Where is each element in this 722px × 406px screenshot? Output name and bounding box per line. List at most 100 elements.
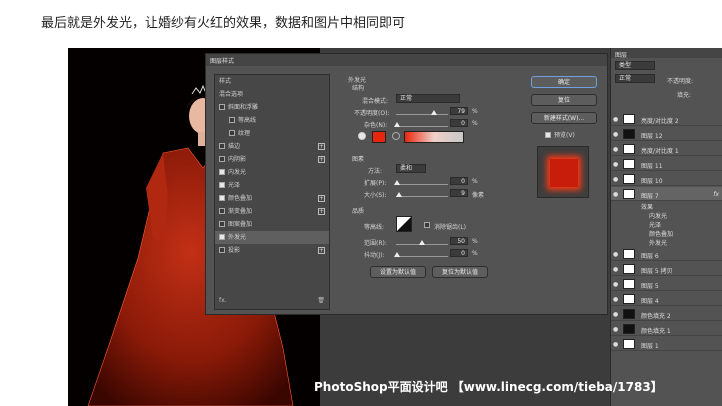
size-slider-handle[interactable] bbox=[396, 192, 402, 197]
jitter-slider-handle[interactable] bbox=[394, 252, 400, 257]
glow-color-swatch[interactable] bbox=[372, 131, 386, 143]
visibility-eye-icon[interactable]: ● bbox=[613, 176, 618, 183]
layer-row[interactable]: ● 图层 1 bbox=[611, 337, 722, 351]
visibility-eye-icon[interactable]: ● bbox=[613, 281, 618, 288]
visibility-eye-icon[interactable]: ● bbox=[613, 296, 618, 303]
range-slider-handle[interactable] bbox=[419, 240, 425, 245]
noise-slider[interactable] bbox=[396, 126, 448, 127]
layer-row[interactable]: ● 图层 4 bbox=[611, 292, 722, 306]
style-item[interactable]: 描边 + bbox=[215, 140, 329, 153]
style-item[interactable]: 外发光 bbox=[215, 231, 329, 244]
style-checkbox[interactable] bbox=[219, 103, 225, 110]
new-style-button[interactable]: 新建样式(W)... bbox=[531, 112, 597, 124]
layer-effect-item[interactable]: 光泽 bbox=[649, 220, 661, 229]
style-item[interactable]: 投影 + bbox=[215, 244, 329, 257]
range-input[interactable]: 50 bbox=[450, 237, 468, 245]
style-checkbox[interactable] bbox=[219, 207, 225, 214]
spread-input[interactable]: 0 bbox=[450, 177, 468, 185]
opacity-slider-handle[interactable] bbox=[431, 110, 437, 115]
gradient-radio[interactable] bbox=[392, 132, 400, 140]
layer-row[interactable]: ● 图层 6 bbox=[611, 247, 722, 261]
size-input[interactable]: 9 bbox=[450, 189, 468, 197]
layer-row[interactable]: ● 亮度/对比度 2 bbox=[611, 112, 722, 126]
layer-effects-label[interactable]: 效果 bbox=[641, 202, 653, 211]
visibility-eye-icon[interactable]: ● bbox=[613, 161, 618, 168]
add-style-icon[interactable]: + bbox=[318, 195, 325, 202]
style-checkbox[interactable] bbox=[219, 246, 225, 253]
reset-button[interactable]: 复位 bbox=[531, 94, 597, 106]
spread-slider[interactable] bbox=[396, 184, 448, 185]
add-style-icon[interactable]: + bbox=[318, 156, 325, 163]
style-item[interactable]: 等高线 bbox=[215, 114, 329, 127]
style-item[interactable]: 图案叠加 bbox=[215, 218, 329, 231]
contour-picker[interactable] bbox=[396, 216, 412, 232]
reset-default-button[interactable]: 复位为默认值 bbox=[432, 266, 488, 278]
style-item[interactable]: 纹理 bbox=[215, 127, 329, 140]
jitter-slider[interactable] bbox=[396, 256, 448, 257]
preview-checkbox[interactable] bbox=[545, 131, 551, 138]
add-style-icon[interactable]: + bbox=[318, 208, 325, 215]
style-checkbox[interactable] bbox=[219, 142, 225, 149]
visibility-eye-icon[interactable]: ● bbox=[613, 341, 618, 348]
layer-fx-badge[interactable]: fx bbox=[713, 191, 719, 198]
visibility-eye-icon[interactable]: ● bbox=[613, 251, 618, 258]
layer-row[interactable]: ● 亮度/对比度 1 bbox=[611, 142, 722, 156]
layer-blend-select[interactable]: 正常 bbox=[615, 74, 655, 83]
style-checkbox[interactable] bbox=[219, 155, 225, 162]
trash-icon[interactable]: 🗑 bbox=[317, 297, 325, 304]
layer-row[interactable]: ● 颜色填充 1 bbox=[611, 322, 722, 336]
noise-slider-handle[interactable] bbox=[394, 122, 400, 127]
set-default-button[interactable]: 设置为默认值 bbox=[370, 266, 426, 278]
add-style-icon[interactable]: + bbox=[318, 143, 325, 150]
opacity-input[interactable]: 79 bbox=[450, 107, 468, 115]
solid-color-radio[interactable] bbox=[358, 132, 366, 140]
style-item[interactable]: 斜面和浮雕 bbox=[215, 101, 329, 114]
noise-input[interactable]: 0 bbox=[450, 119, 468, 127]
blend-mode-select[interactable]: 正常 bbox=[396, 94, 460, 103]
jitter-input[interactable]: 0 bbox=[450, 249, 468, 257]
preview-option[interactable]: 预览(V) bbox=[545, 130, 575, 139]
style-item[interactable]: 颜色叠加 + bbox=[215, 192, 329, 205]
style-item[interactable]: 内发光 bbox=[215, 166, 329, 179]
visibility-eye-icon[interactable]: ● bbox=[613, 311, 618, 318]
fx-icon[interactable]: fx. bbox=[219, 297, 227, 304]
layer-effect-item[interactable]: 内发光 bbox=[649, 211, 667, 220]
method-select[interactable]: 柔和 bbox=[396, 164, 426, 173]
glow-gradient-picker[interactable] bbox=[404, 131, 464, 143]
style-item[interactable]: 光泽 bbox=[215, 179, 329, 192]
style-checkbox[interactable] bbox=[219, 181, 225, 188]
layer-row[interactable]: ● 图层 5 拷贝 bbox=[611, 262, 722, 276]
style-checkbox[interactable] bbox=[219, 194, 225, 201]
visibility-eye-icon[interactable]: ● bbox=[613, 146, 618, 153]
antialias-checkbox[interactable] bbox=[424, 222, 430, 228]
add-style-icon[interactable]: + bbox=[318, 247, 325, 254]
visibility-eye-icon[interactable]: ● bbox=[613, 326, 618, 333]
visibility-eye-icon[interactable]: ● bbox=[613, 116, 618, 123]
style-item[interactable]: 混合选项 bbox=[215, 88, 329, 101]
ok-button[interactable]: 确定 bbox=[531, 76, 597, 88]
style-checkbox[interactable] bbox=[229, 129, 235, 136]
visibility-eye-icon[interactable]: ● bbox=[613, 266, 618, 273]
layer-kind-filter[interactable]: 类型 bbox=[615, 61, 655, 70]
style-item[interactable]: 渐变叠加 + bbox=[215, 205, 329, 218]
style-item[interactable]: 样式 bbox=[215, 75, 329, 88]
opacity-slider[interactable] bbox=[396, 114, 448, 115]
style-checkbox[interactable] bbox=[219, 220, 225, 227]
layer-effect-item[interactable]: 颜色叠加 bbox=[649, 229, 673, 238]
spread-slider-handle[interactable] bbox=[394, 180, 400, 185]
layer-row[interactable]: ● 颜色填充 2 bbox=[611, 307, 722, 321]
visibility-eye-icon[interactable]: ● bbox=[613, 191, 618, 198]
style-item[interactable]: 内阴影 + bbox=[215, 153, 329, 166]
layer-row[interactable]: ● 图层 12 bbox=[611, 127, 722, 141]
visibility-eye-icon[interactable]: ● bbox=[613, 131, 618, 138]
style-checkbox[interactable] bbox=[219, 168, 225, 175]
style-checkbox[interactable] bbox=[229, 116, 235, 123]
size-slider[interactable] bbox=[396, 196, 448, 197]
layers-tab[interactable]: 图层 bbox=[611, 48, 722, 59]
layer-row[interactable]: ● 图层 5 bbox=[611, 277, 722, 291]
style-checkbox[interactable] bbox=[219, 233, 225, 240]
layer-effect-item[interactable]: 外发光 bbox=[649, 238, 667, 247]
layer-row[interactable]: ● 图层 11 bbox=[611, 157, 722, 171]
layer-row[interactable]: ● 图层 7 fx bbox=[611, 187, 722, 201]
layer-row[interactable]: ● 图层 10 bbox=[611, 172, 722, 186]
